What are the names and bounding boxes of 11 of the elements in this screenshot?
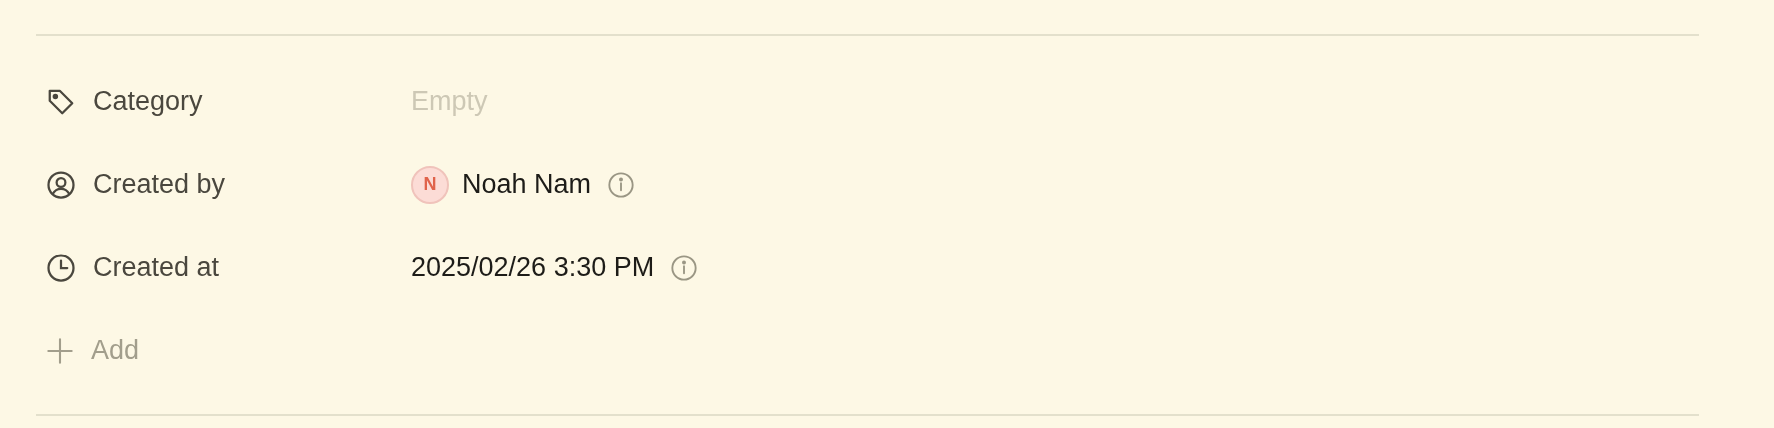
property-name[interactable]: Category <box>93 81 203 122</box>
plus-icon <box>46 336 74 365</box>
property-name[interactable]: Created at <box>93 247 220 288</box>
date-value: 2025/02/26 3:30 PM <box>411 251 655 285</box>
clock-icon <box>46 252 76 283</box>
person-name[interactable]: Noah Nam <box>462 164 592 205</box>
user-icon <box>46 169 76 200</box>
info-icon[interactable] <box>670 253 699 282</box>
info-icon[interactable] <box>607 170 636 199</box>
avatar: N <box>411 165 449 204</box>
property-name[interactable]: Created by <box>93 164 226 205</box>
